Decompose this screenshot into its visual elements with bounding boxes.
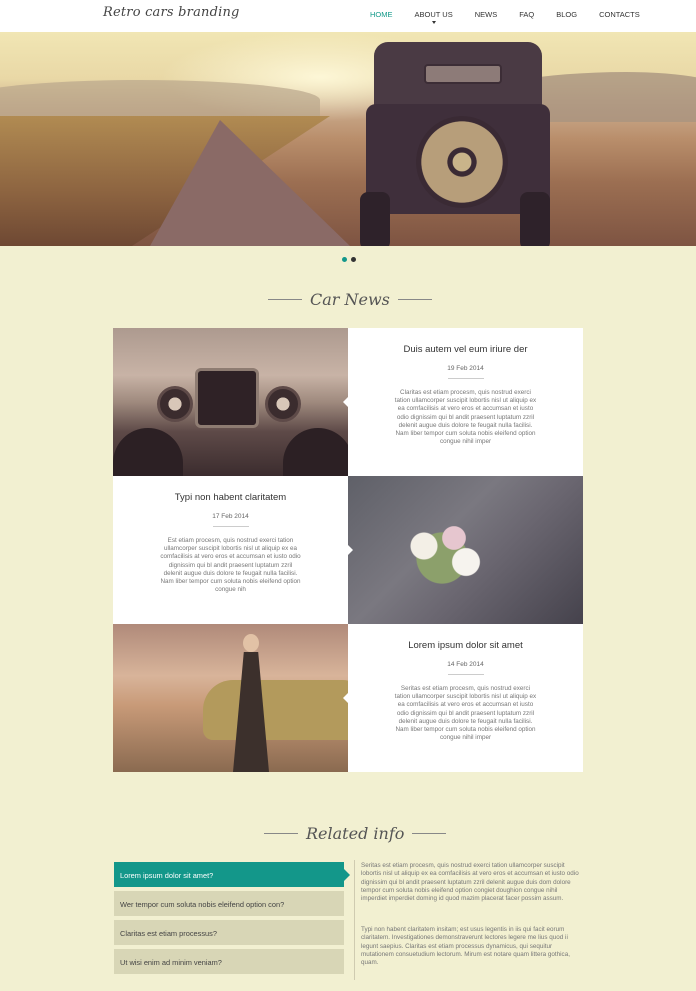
retro-car (203, 680, 348, 740)
car-rear-window (424, 64, 502, 84)
news-card-text: Claritas est etiam procesm, quis nostrud… (394, 389, 537, 446)
nav-item-about-us[interactable]: ABOUT US (414, 10, 453, 24)
news-heading: Car News (310, 290, 390, 309)
site-logo[interactable]: Retro cars branding (103, 5, 240, 20)
card-pointer-arrow (348, 545, 353, 555)
news-card-title[interactable]: Duis autem vel eum iriure der (348, 344, 583, 355)
related-accordion: Lorem ipsum dolor sit amet? Wer tempor c… (114, 862, 350, 978)
hero-hill-left (0, 80, 320, 120)
woman-head (243, 634, 259, 652)
accordion-tab-label: Ut wisi enim ad minim veniam? (120, 958, 222, 967)
car-fender-left (113, 428, 183, 476)
nav-item-news[interactable]: NEWS (475, 10, 498, 19)
car-grille (195, 368, 259, 428)
main-nav: HOME ABOUT US NEWS FAQ BLOG CONTACTS (370, 10, 640, 24)
related-divider (354, 860, 355, 980)
accordion-tab-label: Wer tempor cum soluta nobis eleifend opt… (120, 900, 285, 909)
accordion-tab[interactable]: Claritas est etiam processus? (114, 920, 344, 945)
title-divider-left (268, 299, 302, 300)
chevron-down-icon (431, 21, 436, 24)
nav-item-contacts[interactable]: CONTACTS (599, 10, 640, 19)
car-tire-left (360, 192, 390, 246)
site-header: Retro cars branding HOME ABOUT US NEWS F… (0, 0, 696, 32)
accordion-tab-label: Claritas est etiam processus? (120, 929, 217, 938)
nav-item-faq[interactable]: FAQ (519, 10, 534, 19)
hero-vintage-car (360, 42, 556, 246)
accordion-tab-label: Lorem ipsum dolor sit amet? (120, 871, 214, 880)
news-card[interactable]: Typi non habent claritatem 17 Feb 2014 E… (113, 476, 348, 624)
car-fender-right (283, 428, 348, 476)
accordion-tab[interactable]: Ut wisi enim ad minim veniam? (114, 949, 344, 974)
news-photo-vintage-car-front[interactable] (113, 328, 348, 476)
hero-road (150, 120, 350, 246)
nav-item-about-us-label: ABOUT US (414, 10, 453, 19)
news-card-text: Est etiam procesm, quis nostrud exerci t… (160, 537, 301, 594)
news-card-divider (447, 378, 484, 379)
car-roof (374, 42, 542, 112)
nav-item-blog[interactable]: BLOG (556, 10, 577, 19)
news-section-title: Car News (268, 290, 432, 309)
car-tire-right (520, 192, 550, 246)
related-paragraph: Typi non habent claritatem insitam; est … (361, 926, 570, 967)
hero-slider-image (0, 32, 696, 246)
news-card-title[interactable]: Lorem ipsum dolor sit amet (348, 640, 583, 651)
accordion-tab[interactable]: Wer tempor cum soluta nobis eleifend opt… (114, 891, 344, 916)
related-heading: Related info (306, 824, 405, 843)
card-pointer-arrow (343, 693, 348, 703)
title-divider-right (397, 299, 432, 300)
active-tab-pointer (344, 869, 350, 881)
news-card-date: 14 Feb 2014 (447, 661, 484, 668)
woman-dress (233, 652, 269, 772)
title-divider-left (264, 833, 298, 834)
news-card[interactable]: Lorem ipsum dolor sit amet 14 Feb 2014 S… (348, 624, 583, 772)
news-card-title[interactable]: Typi non habent claritatem (113, 492, 348, 503)
nav-item-home[interactable]: HOME (370, 10, 393, 19)
car-headlamp-left (157, 386, 193, 422)
news-card-date: 19 Feb 2014 (447, 365, 484, 372)
card-pointer-arrow (343, 397, 348, 407)
news-card-divider (447, 674, 484, 675)
flower-bouquet (388, 506, 508, 586)
slider-dot-2[interactable] (351, 257, 356, 262)
news-card-date: 17 Feb 2014 (212, 513, 249, 520)
news-grid: Duis autem vel eum iriure der 19 Feb 201… (113, 328, 583, 772)
car-spare-wheel (416, 116, 508, 208)
news-card-text: Seritas est etiam procesm, quis nostrud … (394, 685, 537, 742)
accordion-tab-active[interactable]: Lorem ipsum dolor sit amet? (114, 862, 350, 887)
news-photo-retro-woman-car[interactable] (113, 624, 348, 772)
title-divider-right (412, 833, 447, 834)
slider-pagination (342, 257, 360, 262)
related-section-title: Related info (264, 824, 447, 843)
news-photo-wedding-car-flowers[interactable] (348, 476, 583, 624)
retro-woman (231, 634, 271, 772)
slider-dot-1[interactable] (342, 257, 347, 262)
car-headlamp-right (265, 386, 301, 422)
news-card[interactable]: Duis autem vel eum iriure der 19 Feb 201… (348, 328, 583, 476)
related-paragraph: Seritas est etiam procesm, quis nostrud … (361, 862, 579, 903)
news-card-divider (212, 526, 249, 527)
